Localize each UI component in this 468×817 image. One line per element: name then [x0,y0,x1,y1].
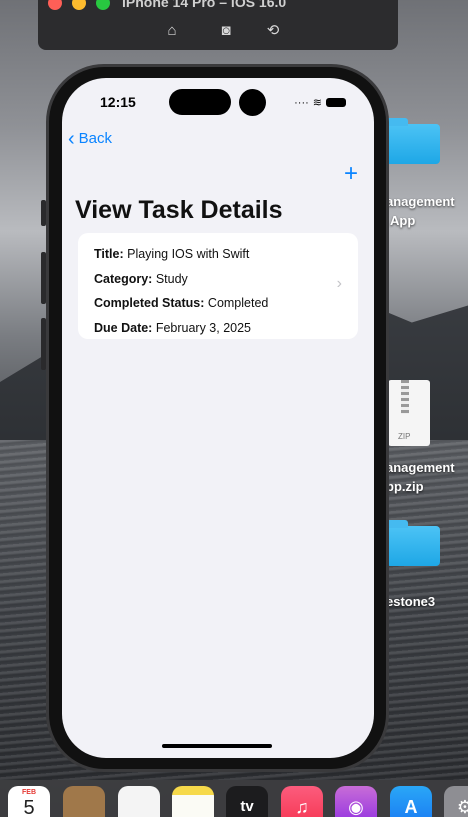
desktop-item-label: pp.zip [386,479,424,494]
add-button[interactable]: + [344,162,358,186]
settings-icon[interactable]: ⚙ [444,786,468,817]
folder-icon[interactable] [386,520,440,566]
dock: FEB 5 tv ♫ ◉ A ⚙ [0,780,468,817]
title-value: Playing IOS with Swift [123,247,250,261]
calendar-day: 5 [23,797,35,817]
status-icons: ···· ≋ [294,96,346,109]
close-window-button[interactable] [48,0,62,10]
due-label: Due Date: [94,320,153,335]
desktop-item-label: estone3 [386,594,436,609]
zoom-window-button[interactable] [96,0,110,10]
desktop-item-label: anagement [386,460,455,475]
due-value: February 3, 2025 [152,320,252,335]
simulator-title-bar: iPhone 14 Pro – iOS 16.0 ⌂ ◙ ⟲ [38,0,398,50]
contacts-icon[interactable] [63,786,105,817]
music-icon[interactable]: ♫ [281,786,323,817]
task-detail-row[interactable]: Title: Playing IOS with Swift Category: … [78,233,358,339]
home-indicator[interactable] [162,744,272,748]
folder-icon[interactable] [386,118,440,164]
title-label: Title: [94,247,124,261]
task-category-row: Category: Study [94,267,342,292]
status-label: Completed Status: [94,296,205,310]
category-label: Category: [94,271,153,286]
screenshot-icon[interactable]: ◙ [217,22,235,40]
status-value: Completed [204,296,269,310]
desktop-item-label: App [390,213,416,228]
minimize-window-button[interactable] [72,0,86,10]
tv-icon[interactable]: tv [226,786,268,817]
task-status-row: Completed Status: Completed [94,291,342,316]
desktop-item-label: anagement [386,194,455,209]
wifi-icon: ≋ [312,97,322,109]
dynamic-island [169,89,231,115]
iphone-screen: 12:15 ···· ≋ ‹ Back + View Task Details … [62,78,374,758]
rotate-icon[interactable]: ⟲ [264,22,282,40]
reminders-icon[interactable] [118,786,160,817]
calendar-month: FEB [22,789,36,796]
page-title: View Task Details [75,196,283,224]
task-due-row: Due Date: February 3, 2025 [94,316,342,341]
zipper-graphic [401,380,409,414]
zip-icon[interactable]: ZIP [388,380,430,446]
signal-icon: ···· [294,96,309,109]
battery-icon [326,98,346,107]
notes-icon[interactable] [172,786,214,817]
chevron-left-icon: ‹ [68,127,75,150]
calendar-icon[interactable]: FEB 5 [8,786,50,817]
simulator-title: iPhone 14 Pro – iOS 16.0 [122,0,287,10]
camera-dot [239,89,266,116]
status-time: 12:15 [100,94,136,110]
back-button[interactable]: ‹ Back [68,127,113,150]
zip-badge: ZIP [398,432,411,441]
home-icon[interactable]: ⌂ [163,22,181,40]
back-label: Back [78,130,113,147]
task-title-row: Title: Playing IOS with Swift [94,242,342,267]
chevron-right-icon: › [336,275,342,292]
tv-label: tv [240,798,254,815]
category-value: Study [152,271,188,286]
app-store-icon[interactable]: A [390,786,432,817]
podcasts-icon[interactable]: ◉ [335,786,377,817]
